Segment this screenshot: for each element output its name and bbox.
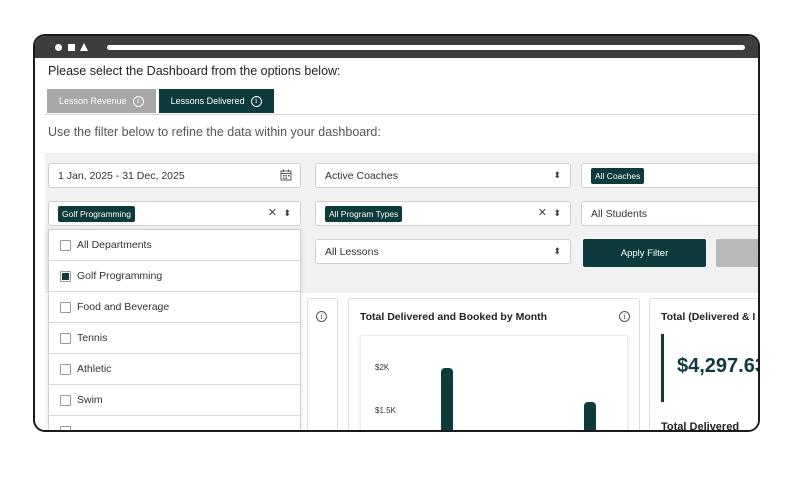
- filter-instructions: Use the filter below to refine the data …: [48, 125, 381, 139]
- circle-icon: [55, 44, 62, 51]
- triangle-icon: [80, 43, 88, 51]
- y-tick-label: $2K: [375, 363, 390, 372]
- select-arrows-icon: ⬍: [553, 208, 561, 218]
- checkbox[interactable]: [60, 332, 71, 344]
- dashboard-content: Please select the Dashboard from the opt…: [35, 58, 758, 430]
- dropdown-option[interactable]: All Departments: [49, 230, 300, 261]
- info-icon[interactable]: i: [132, 95, 144, 107]
- select-arrows-icon: ⬍: [283, 208, 291, 218]
- address-bar[interactable]: [107, 45, 745, 50]
- dropdown-option[interactable]: Golf Programming: [49, 261, 300, 292]
- select-arrows-icon: ⬍: [553, 170, 561, 180]
- card-title: Total (Delivered & I: [661, 311, 756, 323]
- program-types-select[interactable]: All Program Types ✕ ⬍: [315, 201, 571, 226]
- department-chip[interactable]: Golf Programming: [58, 205, 135, 222]
- students-value: All Students: [591, 207, 648, 220]
- dropdown-option[interactable]: [49, 416, 300, 430]
- tab-label: Lessons Delivered: [170, 96, 245, 106]
- y-tick-label: $1.5K: [375, 406, 396, 415]
- square-icon: [68, 44, 75, 51]
- clear-icon[interactable]: ✕: [538, 208, 547, 219]
- dropdown-option[interactable]: Swim: [49, 385, 300, 416]
- tab-lessons-delivered[interactable]: Lessons Delivered i: [158, 89, 274, 113]
- checkbox[interactable]: [60, 239, 71, 251]
- dropdown-option[interactable]: Tennis: [49, 323, 300, 354]
- select-arrows-icon: ⬍: [553, 246, 561, 256]
- checkbox[interactable]: [60, 394, 71, 406]
- coach-status-value: Active Coaches: [325, 169, 398, 182]
- partial-card: i: [307, 298, 338, 430]
- dashboard-prompt: Please select the Dashboard from the opt…: [48, 64, 341, 78]
- program-types-chip[interactable]: All Program Types: [325, 205, 403, 222]
- total-value: $4,297.63: [677, 355, 758, 377]
- apply-filter-button[interactable]: Apply Filter: [583, 239, 706, 267]
- info-icon[interactable]: i: [250, 95, 262, 107]
- lessons-value: All Lessons: [325, 245, 379, 258]
- coaches-chip[interactable]: All Coaches: [591, 167, 645, 184]
- monthly-chart-card: Total Delivered and Booked by Month i $2…: [348, 298, 640, 430]
- date-range-value: 1 Jan, 2025 - 31 Dec, 2025: [58, 169, 185, 182]
- option-label: Golf Programming: [77, 270, 163, 282]
- window-titlebar: [35, 36, 758, 58]
- chart-bar[interactable]: [584, 402, 596, 430]
- monthly-chart: $2K $1.5K: [360, 335, 628, 430]
- checkbox[interactable]: [60, 270, 71, 282]
- date-range-picker[interactable]: 1 Jan, 2025 - 31 Dec, 2025: [48, 163, 301, 188]
- tab-lesson-revenue[interactable]: Lesson Revenue i: [47, 89, 156, 113]
- checkbox[interactable]: [60, 301, 71, 313]
- coach-status-select[interactable]: Active Coaches ⬍: [315, 163, 571, 188]
- calendar-icon[interactable]: [280, 169, 292, 181]
- dropdown-option[interactable]: Food and Beverage: [49, 292, 300, 323]
- option-label: Swim: [77, 394, 103, 406]
- dashboard-tabs: Lesson Revenue i Lessons Delivered i: [47, 89, 274, 113]
- dropdown-option[interactable]: Athletic: [49, 354, 300, 385]
- info-icon[interactable]: i: [619, 311, 630, 322]
- department-dropdown: All Departments Golf Programming Food an…: [48, 229, 301, 430]
- total-card: Total (Delivered & I $4,297.63 Total Del…: [649, 298, 758, 430]
- checkbox[interactable]: [60, 363, 71, 375]
- checkbox[interactable]: [60, 426, 71, 430]
- option-label: Tennis: [77, 332, 108, 344]
- divider: [45, 114, 758, 115]
- chart-bar[interactable]: [441, 368, 453, 430]
- option-label: All Departments: [77, 239, 152, 251]
- lessons-select[interactable]: All Lessons ⬍: [315, 239, 571, 264]
- option-label: Food and Beverage: [77, 301, 170, 313]
- total-value-box: $4,297.63: [661, 334, 758, 402]
- students-select[interactable]: All Students: [581, 201, 758, 226]
- browser-window: Please select the Dashboard from the opt…: [33, 34, 760, 432]
- coaches-select[interactable]: All Coaches: [581, 163, 758, 188]
- total-delivered-label: Total Delivered: [661, 421, 740, 430]
- clear-icon[interactable]: ✕: [268, 208, 277, 219]
- card-title: Total Delivered and Booked by Month: [360, 311, 548, 323]
- department-select[interactable]: Golf Programming ✕ ⬍: [48, 201, 301, 226]
- tab-label: Lesson Revenue: [59, 96, 127, 106]
- option-label: Athletic: [77, 363, 112, 375]
- reset-button[interactable]: R: [716, 239, 758, 267]
- info-icon[interactable]: i: [316, 311, 327, 322]
